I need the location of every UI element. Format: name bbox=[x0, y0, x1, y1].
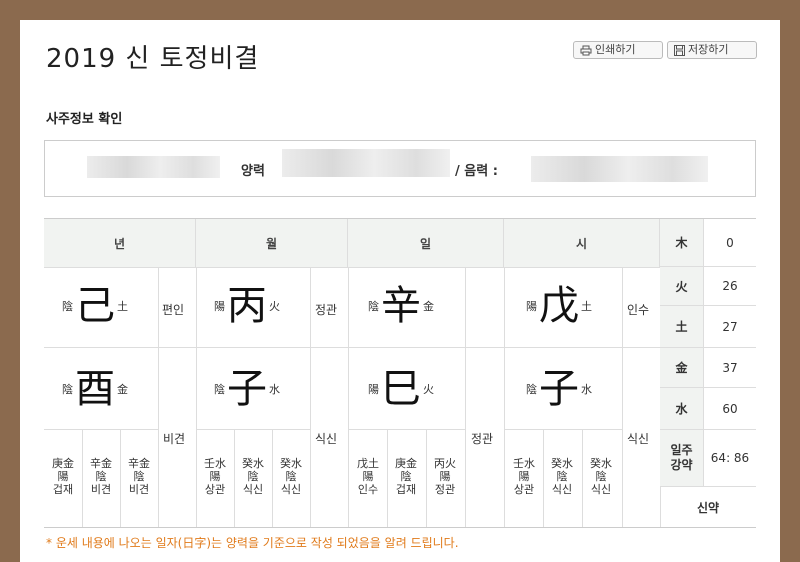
element-label: 金 bbox=[117, 383, 128, 396]
element-label: 火 bbox=[269, 300, 280, 313]
year-earthly-branch: 陰 酉 金 bbox=[62, 369, 128, 409]
element-value: 27 bbox=[704, 306, 756, 348]
save-button[interactable]: 저장하기 bbox=[667, 41, 757, 59]
stem-char: 辛 bbox=[381, 283, 421, 329]
branch-char: 巳 bbox=[381, 366, 421, 412]
branch-char: 子 bbox=[539, 366, 579, 412]
year-stem-sipsin: 편인 bbox=[162, 303, 185, 317]
day-heavenly-stem: 陰 辛 金 bbox=[368, 286, 434, 326]
content-panel: 2019 신 토정비결 인쇄하기 저장하기 사주정보 확인 양력 / 음력 : … bbox=[20, 20, 780, 562]
element-label: 土 bbox=[117, 300, 128, 313]
stem-char: 戊 bbox=[539, 283, 579, 329]
divider bbox=[44, 347, 196, 348]
hidden-stem: 辛金 陰 비견 bbox=[128, 457, 150, 496]
month-heavenly-stem: 陽 丙 火 bbox=[214, 286, 280, 326]
yinyang-label: 陽 bbox=[214, 300, 225, 313]
birth-info-box: 양력 / 음력 : bbox=[44, 140, 756, 197]
hidden-stem: 辛金 陰 비견 bbox=[90, 457, 112, 496]
page-title: 2019 신 토정비결 bbox=[46, 44, 260, 74]
stem-char: 丙 bbox=[227, 283, 267, 329]
column-header-year: 년 bbox=[44, 219, 196, 267]
element-label: 水 bbox=[269, 383, 280, 396]
column-header-day: 일 bbox=[348, 219, 504, 267]
hidden-stem: 癸水 陰 식신 bbox=[590, 457, 612, 496]
hidden-stem: 癸水 陰 식신 bbox=[242, 457, 264, 496]
divider bbox=[504, 429, 622, 430]
divider bbox=[504, 347, 660, 348]
column-header-hour: 시 bbox=[504, 219, 660, 267]
branch-char: 酉 bbox=[75, 366, 115, 412]
hidden-stem: 庚金 陰 겁재 bbox=[395, 457, 417, 496]
save-label: 저장하기 bbox=[688, 43, 729, 56]
divider bbox=[44, 267, 660, 268]
divider bbox=[348, 347, 504, 348]
element-name: 土 bbox=[660, 306, 704, 348]
month-earthly-branch: 陰 子 水 bbox=[214, 369, 280, 409]
name-redacted bbox=[87, 156, 220, 178]
divider bbox=[196, 429, 310, 430]
print-label: 인쇄하기 bbox=[595, 43, 636, 56]
hidden-stem: 戊土 陽 인수 bbox=[357, 457, 379, 496]
solar-label: 양력 bbox=[241, 164, 265, 179]
hour-heavenly-stem: 陽 戊 土 bbox=[526, 286, 592, 326]
yinyang-label: 陰 bbox=[214, 383, 225, 396]
footnote: * 운세 내용에 나오는 일자(日字)는 양력을 기준으로 작성 되었음을 알려… bbox=[46, 536, 459, 550]
hour-branch-sipsin: 식신 bbox=[627, 432, 650, 446]
print-button[interactable]: 인쇄하기 bbox=[573, 41, 663, 59]
printer-icon bbox=[580, 45, 592, 55]
solar-date-redacted bbox=[282, 149, 450, 177]
element-value: 0 bbox=[704, 219, 756, 267]
branch-char: 子 bbox=[227, 366, 267, 412]
divider bbox=[158, 267, 159, 527]
save-icon bbox=[674, 44, 685, 56]
lunar-label: / 음력 : bbox=[455, 164, 498, 179]
element-value: 37 bbox=[704, 348, 756, 388]
month-branch-sipsin: 식신 bbox=[315, 432, 338, 446]
divider bbox=[465, 267, 466, 527]
element-value: 60 bbox=[704, 388, 756, 430]
element-label: 火 bbox=[423, 383, 434, 396]
divider bbox=[622, 267, 623, 527]
yinyang-label: 陽 bbox=[526, 300, 537, 313]
hidden-stem: 癸水 陰 식신 bbox=[280, 457, 302, 496]
element-label: 水 bbox=[581, 383, 592, 396]
yinyang-label: 陰 bbox=[526, 383, 537, 396]
divider bbox=[44, 429, 158, 430]
month-stem-sipsin: 정관 bbox=[315, 303, 338, 317]
hidden-stem: 庚金 陽 겁재 bbox=[52, 457, 74, 496]
element-name: 金 bbox=[660, 348, 704, 388]
year-heavenly-stem: 陰 己 土 bbox=[62, 286, 128, 326]
yinyang-label: 陰 bbox=[62, 383, 73, 396]
year-branch-sipsin: 비견 bbox=[163, 432, 186, 446]
hidden-stem: 壬水 陽 상관 bbox=[513, 457, 535, 496]
column-header-month: 월 bbox=[196, 219, 348, 267]
yinyang-label: 陽 bbox=[368, 383, 379, 396]
yinyang-label: 陰 bbox=[62, 300, 73, 313]
element-value: 26 bbox=[704, 267, 756, 306]
element-name: 火 bbox=[660, 267, 704, 306]
stem-char: 己 bbox=[75, 283, 115, 329]
hour-earthly-branch: 陰 子 水 bbox=[526, 369, 592, 409]
section-title: 사주정보 확인 bbox=[46, 112, 123, 127]
saju-table: 년 월 일 시 陰 己 土 편인 陰 酉 金 비견 庚金 陽 겁재 辛金 陰 비… bbox=[44, 218, 756, 528]
divider bbox=[196, 347, 348, 348]
day-branch-sipsin: 정관 bbox=[471, 432, 494, 446]
hidden-stem: 癸水 陰 식신 bbox=[551, 457, 573, 496]
yinyang-label: 陰 bbox=[368, 300, 379, 313]
hidden-stem: 丙火 陽 정관 bbox=[434, 457, 456, 496]
element-label: 金 bbox=[423, 300, 434, 313]
divider bbox=[310, 267, 311, 527]
day-earthly-branch: 陽 巳 火 bbox=[368, 369, 434, 409]
five-elements-panel: 木 0 火 26 土 27 金 37 水 60 일주 강약 64: 86 신약 bbox=[660, 219, 756, 527]
hidden-stem: 壬水 陽 상관 bbox=[204, 457, 226, 496]
element-name: 水 bbox=[660, 388, 704, 430]
hour-stem-sipsin: 인수 bbox=[627, 303, 650, 317]
strength-label: 일주 강약 bbox=[660, 430, 704, 487]
lunar-date-redacted bbox=[531, 156, 708, 182]
divider bbox=[348, 429, 465, 430]
strength-result: 신약 bbox=[696, 500, 720, 515]
strength-value: 64: 86 bbox=[704, 430, 756, 487]
element-name: 木 bbox=[660, 219, 704, 267]
element-label: 土 bbox=[581, 300, 592, 313]
